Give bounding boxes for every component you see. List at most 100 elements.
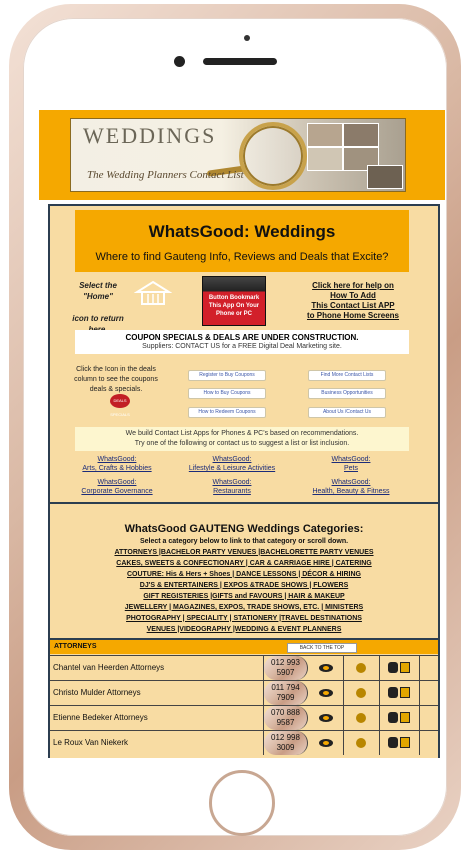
category-links-row[interactable]: GIFT REGISTERIES |GIFTS and FAVOURS | HA…	[50, 592, 438, 602]
phone-part: 3009	[276, 743, 295, 752]
action-cell[interactable]	[380, 681, 420, 705]
find-more-lists-button[interactable]: Find More Contact Lists	[308, 370, 386, 381]
link-lifestyle[interactable]: WhatsGood: Lifestyle & Leisure Activitie…	[177, 455, 287, 473]
home-icon[interactable]	[134, 280, 172, 306]
contact-name[interactable]: Le Roux Van Niekerk	[50, 731, 264, 755]
attorneys-header: ATTORNEYS BACK TO THE TOP	[50, 640, 438, 654]
category-links-row[interactable]: ATTORNEYS |BACHELOR PARTY VENUES |BACHEL…	[50, 548, 438, 558]
contact-card-icon	[400, 737, 410, 748]
wedding-photo	[307, 123, 343, 147]
link-rest-line1: WhatsGood:	[212, 479, 252, 486]
deal-cell[interactable]	[344, 731, 380, 755]
link-health-line1: WhatsGood:	[331, 479, 371, 486]
link-arts-crafts[interactable]: WhatsGood: Arts, Crafts & Hobbies	[62, 455, 172, 473]
deal-dot-icon	[356, 688, 366, 698]
back-to-top-button[interactable]: BACK TO THE TOP	[287, 643, 357, 653]
help-link-line3: This Contact List APP	[311, 301, 395, 310]
category-links-row[interactable]: VENUES |VIDEOGRAPHY |WEDDING & EVENT PLA…	[50, 625, 438, 635]
phone-part: 011 794	[271, 683, 300, 692]
camera-icon	[244, 35, 250, 41]
table-row[interactable]: Le Roux Van Niekerk 012 998 3009	[50, 730, 438, 755]
category-links-row[interactable]: COUTURE: His & Hers + Shoes | DANCE LESS…	[50, 570, 438, 580]
link-restaurants[interactable]: WhatsGood: Restaurants	[177, 478, 287, 496]
eye-icon	[319, 739, 333, 747]
page-title: WhatsGood: Weddings	[148, 222, 336, 241]
link-corp-line2: Corporate Governance	[81, 488, 153, 495]
deal-cell[interactable]	[344, 656, 380, 680]
contact-phone[interactable]: 011 794 7909	[264, 681, 308, 705]
eye-icon	[319, 714, 333, 722]
action-cell[interactable]	[380, 706, 420, 730]
link-life-line2: Lifestyle & Leisure Activities	[188, 465, 276, 472]
home-hint-line2: "Home"	[83, 292, 113, 301]
phone-part: 9587	[276, 718, 295, 727]
link-pets[interactable]: WhatsGood: Pets	[296, 455, 406, 473]
bookmark-app-image[interactable]: Button Bookmark This App On Your Phone o…	[202, 276, 266, 326]
weddings-banner[interactable]: WEDDINGS The Wedding Planners Contact Li…	[70, 118, 406, 192]
action-cell[interactable]	[380, 656, 420, 680]
phone-part: 012 998	[271, 733, 300, 742]
review-cell[interactable]	[308, 656, 344, 680]
business-opportunities-button[interactable]: Business Opportunities	[308, 388, 386, 399]
coupon-notice-title: COUPON SPECIALS & DEALS ARE UNDER CONSTR…	[125, 333, 359, 342]
speaker-grille	[203, 58, 277, 65]
banner-title: WEDDINGS	[83, 123, 217, 148]
how-to-redeem-button[interactable]: How to Redeem Coupons	[188, 407, 266, 418]
link-rest-line2: Restaurants	[213, 488, 251, 495]
contact-phone[interactable]: 070 888 9587	[264, 706, 308, 730]
link-life-line1: WhatsGood:	[212, 456, 252, 463]
magnifier-ring-icon	[239, 122, 307, 190]
bookmark-app-text: Button Bookmark This App On Your Phone o…	[208, 295, 260, 317]
link-health[interactable]: WhatsGood: Health, Beauty & Fitness	[296, 478, 406, 496]
map-icon	[388, 712, 398, 723]
help-add-to-home-link[interactable]: Click here for help on How To Add This C…	[298, 281, 408, 321]
contact-name[interactable]: Chantel van Heerden Attorneys	[50, 656, 264, 680]
attorneys-label: ATTORNEYS	[54, 643, 97, 650]
category-links-row[interactable]: JEWELLERY | MAGAZINES, EXPOS, TRADE SHOW…	[50, 603, 438, 613]
table-row[interactable]: Chantel van Heerden Attorneys 012 993 590…	[50, 655, 438, 680]
hero-box: WhatsGood: Weddings Where to find Gauten…	[75, 210, 409, 272]
review-cell[interactable]	[308, 731, 344, 755]
phone-part: 7909	[276, 693, 295, 702]
build-notice-line2: Try one of the following or contact us t…	[134, 440, 350, 447]
wedding-photo	[343, 123, 379, 147]
eye-icon	[319, 664, 333, 672]
link-corp-line1: WhatsGood:	[97, 479, 137, 486]
review-cell[interactable]	[308, 681, 344, 705]
table-row[interactable]: Christo Mulder Attorneys 011 794 7909	[50, 680, 438, 705]
phone-part: 012 993	[271, 658, 300, 667]
deals-badge-icon[interactable]: DEALS SPECIALS	[110, 394, 130, 417]
review-cell[interactable]	[308, 706, 344, 730]
content-panel: WhatsGood: Weddings Where to find Gauten…	[48, 204, 440, 758]
how-to-buy-button[interactable]: How to Buy Coupons	[188, 388, 266, 399]
build-notice: We build Contact List Apps for Phones & …	[75, 427, 409, 451]
phone-screen: WEDDINGS The Wedding Planners Contact Li…	[39, 106, 445, 758]
link-corporate[interactable]: WhatsGood: Corporate Governance	[62, 478, 172, 496]
eye-icon	[319, 689, 333, 697]
help-link-line1: Click here for help on	[312, 281, 394, 290]
category-links-row[interactable]: CAKES, SWEETS & CONFECTIONARY | CAR & CA…	[50, 559, 438, 569]
deal-dot-icon	[356, 663, 366, 673]
home-hint: Select the "Home" icon to return here.	[64, 280, 132, 335]
link-arts-line2: Arts, Crafts & Hobbies	[82, 465, 152, 472]
map-icon	[388, 737, 398, 748]
table-row[interactable]: Etienne Bedeker Attorneys 070 888 9587	[50, 705, 438, 730]
category-links-row[interactable]: DJ'S & ENTERTAINERS | EXPOS &TRADE SHOWS…	[50, 581, 438, 591]
deal-cell[interactable]	[344, 706, 380, 730]
coupon-notice-text: Suppliers: CONTACT US for a FREE Digital…	[142, 343, 342, 350]
deal-cell[interactable]	[344, 681, 380, 705]
deal-dot-icon	[356, 713, 366, 723]
wedding-photo	[367, 165, 403, 189]
register-coupons-button[interactable]: Register to Buy Coupons	[188, 370, 266, 381]
contact-phone[interactable]: 012 998 3009	[264, 731, 308, 755]
about-us-button[interactable]: About Us /Contact Us	[308, 407, 386, 418]
category-links-row[interactable]: PHOTOGRAPHY | SPECIALITY | STATIONERY |T…	[50, 614, 438, 624]
contact-name[interactable]: Christo Mulder Attorneys	[50, 681, 264, 705]
contact-name[interactable]: Etienne Bedeker Attorneys	[50, 706, 264, 730]
home-button[interactable]	[209, 770, 275, 836]
deal-dot-icon	[356, 738, 366, 748]
action-cell[interactable]	[380, 731, 420, 755]
front-sensor-icon	[174, 56, 185, 67]
contact-phone[interactable]: 012 993 5907	[264, 656, 308, 680]
phone-part: 070 888	[271, 708, 300, 717]
